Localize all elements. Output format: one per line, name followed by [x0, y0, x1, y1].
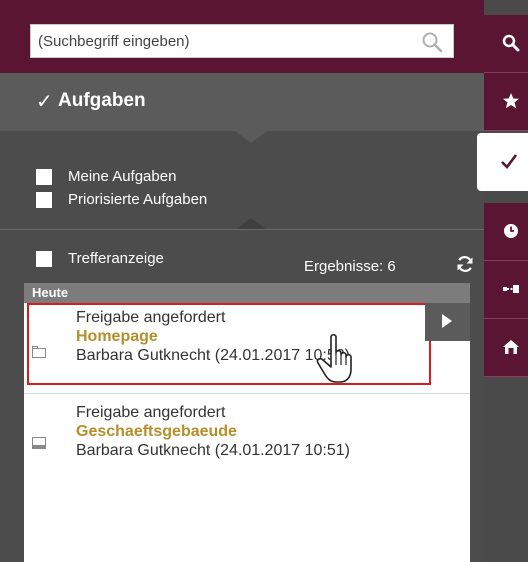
filter-label: Meine Aufgaben: [68, 168, 177, 185]
checkbox[interactable]: [36, 169, 52, 185]
nav-search[interactable]: [484, 15, 528, 73]
list-item[interactable]: Freigabe angefordert Geschaeftsgebaeude …: [24, 393, 470, 484]
task-object: Geschaeftsgebaeude: [76, 423, 237, 440]
section-title: Aufgaben: [58, 90, 146, 111]
section-header-aufgaben[interactable]: ✓ Aufgaben: [0, 73, 484, 131]
filter-label: Priorisierte Aufgaben: [68, 191, 208, 208]
star-icon: [503, 93, 519, 109]
nav-favorites[interactable]: [484, 73, 528, 131]
nav-home[interactable]: [484, 319, 528, 377]
play-arrow-icon: [442, 314, 452, 328]
section-divider: [235, 131, 267, 143]
right-navigation: [477, 0, 528, 562]
expand-button[interactable]: [425, 303, 470, 341]
checkbox[interactable]: [36, 251, 52, 267]
list-group-header: Heute: [24, 283, 470, 303]
divider-line: [0, 229, 484, 230]
workflow-icon: [503, 285, 519, 293]
search-icon: [502, 34, 520, 52]
task-title: Freigabe angefordert: [76, 404, 226, 421]
task-meta: Barbara Gutknecht (24.01.2017 10:51): [76, 442, 350, 459]
nav-workflow[interactable]: [484, 261, 528, 319]
page-icon: [32, 437, 46, 449]
nav-tasks[interactable]: [477, 133, 528, 191]
home-icon: [503, 340, 519, 354]
clock-icon: [504, 224, 518, 238]
search-icon[interactable]: [421, 31, 443, 53]
hand-cursor-icon: [316, 333, 352, 383]
checkbox[interactable]: [36, 192, 52, 208]
selection-highlight: [27, 303, 431, 385]
check-icon: ✓: [36, 91, 53, 113]
filter-label: Trefferanzeige: [68, 250, 164, 267]
results-count: Ergebnisse: 6: [304, 258, 396, 275]
task-panel: (Suchbegriff eingeben) ✓ Aufgaben Meine …: [0, 0, 484, 562]
search-input[interactable]: (Suchbegriff eingeben): [30, 24, 454, 58]
nav-history[interactable]: [484, 203, 528, 261]
check-icon: [501, 154, 518, 169]
search-placeholder: (Suchbegriff eingeben): [38, 33, 190, 50]
refresh-icon[interactable]: [455, 254, 475, 274]
search-bar: (Suchbegriff eingeben): [0, 0, 484, 73]
